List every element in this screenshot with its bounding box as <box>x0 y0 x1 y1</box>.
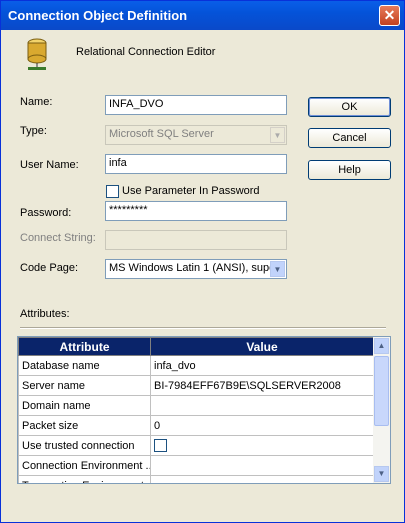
code-page-value: MS Windows Latin 1 (ANSI), supe <box>109 262 276 274</box>
connect-string-label: Connect String: <box>20 232 96 244</box>
scroll-thumb[interactable] <box>374 356 389 426</box>
table-row: Packet size 0 <box>18 415 374 436</box>
username-label: User Name: <box>20 159 79 171</box>
value-cell[interactable]: 0 <box>150 415 374 436</box>
password-input[interactable]: ********* <box>105 201 287 221</box>
attributes-label: Attributes: <box>20 308 70 320</box>
table-row: Connection Environment ... <box>18 455 374 476</box>
username-input[interactable]: infa <box>105 154 287 174</box>
column-header-attribute[interactable]: Attribute <box>18 337 151 356</box>
help-button[interactable]: Help <box>308 160 391 180</box>
database-icon <box>27 38 47 70</box>
close-icon: ✕ <box>383 7 396 23</box>
window-title: Connection Object Definition <box>8 8 188 23</box>
attributes-grid[interactable]: Attribute Value Database name infa_dvo S… <box>17 336 391 484</box>
attribute-cell: Use trusted connection <box>18 435 151 456</box>
value-cell[interactable]: infa_dvo <box>150 355 374 376</box>
attributes-table: Attribute Value Database name infa_dvo S… <box>18 337 374 483</box>
table-row: Database name infa_dvo <box>18 355 374 376</box>
value-cell[interactable] <box>150 475 374 483</box>
cancel-button[interactable]: Cancel <box>308 128 391 148</box>
divider <box>20 327 386 329</box>
close-button[interactable]: ✕ <box>379 5 400 26</box>
scroll-down-icon[interactable]: ▼ <box>374 466 389 482</box>
password-label: Password: <box>20 207 72 219</box>
code-page-label: Code Page: <box>20 262 79 274</box>
type-select: Microsoft SQL Server ▼ <box>105 125 287 145</box>
table-row: Server name BI-7984EFF67B9E\SQLSERVER200… <box>18 375 374 396</box>
table-row: Use trusted connection <box>18 435 374 456</box>
type-label: Type: <box>20 125 47 137</box>
chevron-down-icon: ▼ <box>270 127 285 143</box>
attribute-cell: Packet size <box>18 415 151 436</box>
use-parameter-checkbox[interactable] <box>106 185 119 198</box>
value-cell <box>150 435 374 456</box>
scroll-up-icon[interactable]: ▲ <box>374 338 389 354</box>
attribute-cell: Transaction Environment <box>18 475 151 483</box>
value-cell[interactable]: BI-7984EFF67B9E\SQLSERVER2008 <box>150 375 374 396</box>
connection-dialog: Connection Object Definition ✕ Relationa… <box>0 0 405 523</box>
chevron-down-icon[interactable]: ▼ <box>270 261 285 277</box>
title-bar[interactable]: Connection Object Definition ✕ <box>1 1 404 30</box>
name-input[interactable]: INFA_DVO <box>105 95 287 115</box>
table-row: Transaction Environment <box>18 475 374 483</box>
ok-button[interactable]: OK <box>308 97 391 117</box>
table-row: Domain name <box>18 395 374 416</box>
trusted-connection-checkbox[interactable] <box>154 439 167 452</box>
connect-string-input <box>105 230 287 250</box>
value-cell[interactable] <box>150 395 374 416</box>
attribute-cell: Database name <box>18 355 151 376</box>
attribute-cell: Server name <box>18 375 151 396</box>
vertical-scrollbar[interactable]: ▲ ▼ <box>373 337 390 483</box>
use-parameter-label: Use Parameter In Password <box>122 185 260 197</box>
name-label: Name: <box>20 96 53 108</box>
header-text: Relational Connection Editor <box>76 46 216 58</box>
code-page-select[interactable]: MS Windows Latin 1 (ANSI), supe ▼ <box>105 259 287 279</box>
type-value: Microsoft SQL Server <box>109 128 214 140</box>
value-cell[interactable] <box>150 455 374 476</box>
attribute-cell: Domain name <box>18 395 151 416</box>
column-header-value[interactable]: Value <box>150 337 374 356</box>
attribute-cell: Connection Environment ... <box>18 455 151 476</box>
